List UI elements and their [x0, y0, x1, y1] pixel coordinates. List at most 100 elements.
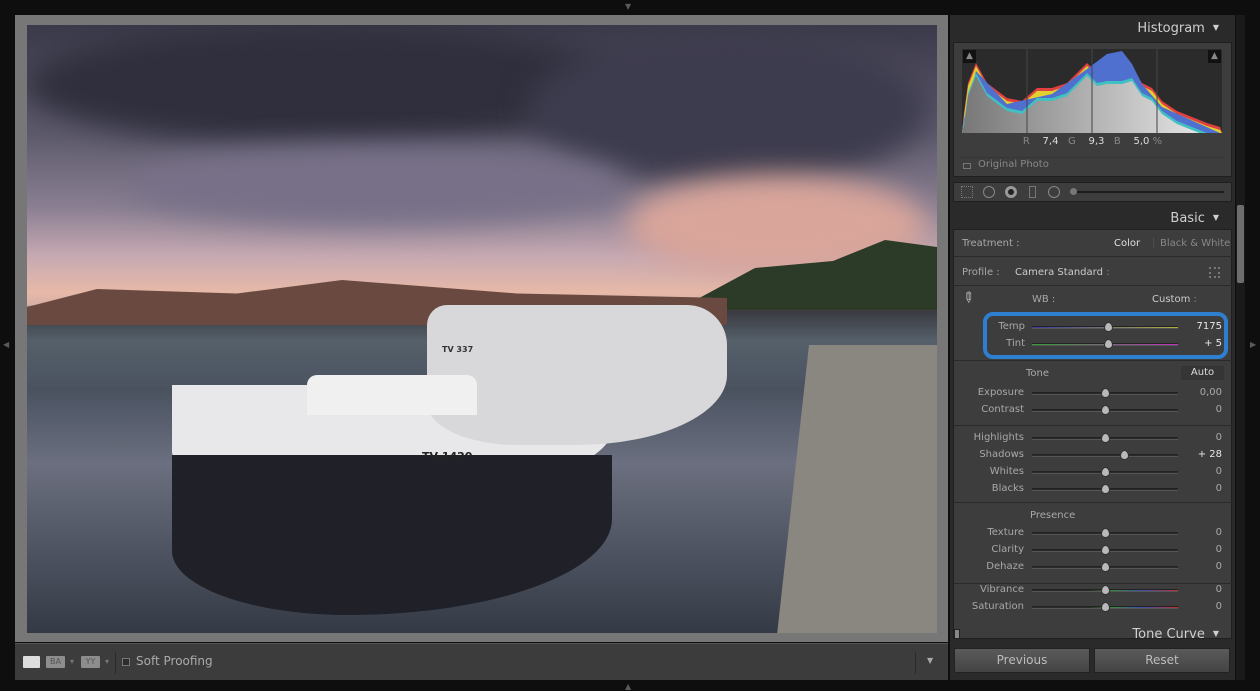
left-panel-toggle-icon[interactable]: ◀: [3, 340, 9, 349]
tone-label: Tone: [1026, 368, 1050, 379]
wb-eyedropper-icon[interactable]: ✎: [958, 288, 978, 308]
crop-grid-icon[interactable]: [961, 186, 973, 198]
blacks-slider[interactable]: [1032, 484, 1178, 494]
vibrance-slider-thumb[interactable]: [1101, 585, 1110, 595]
saturation-value[interactable]: 0: [1172, 601, 1222, 612]
profile-dropdown[interactable]: Camera Standard :: [1015, 267, 1109, 278]
yy-compare-icon[interactable]: YY: [81, 656, 100, 668]
contrast-slider-thumb[interactable]: [1101, 405, 1110, 415]
shadows-slider-thumb[interactable]: [1119, 450, 1129, 460]
treatment-label: Treatment :: [962, 238, 1020, 249]
scrollbar-thumb[interactable]: [1237, 205, 1244, 283]
spot-removal-icon[interactable]: [983, 186, 995, 198]
panel-scrollbar[interactable]: [1236, 15, 1245, 680]
highlights-value[interactable]: 0: [1172, 432, 1222, 443]
profile-browser-icon[interactable]: [1209, 267, 1220, 278]
vibrance-label: Vibrance: [980, 584, 1024, 595]
highlights-slider-thumb[interactable]: [1101, 433, 1110, 443]
blacks-slider-thumb[interactable]: [1101, 484, 1110, 494]
b-label: B: [1113, 136, 1121, 147]
clarity-slider[interactable]: [1032, 545, 1178, 555]
dehaze-slider-thumb[interactable]: [1101, 562, 1110, 572]
tint-value[interactable]: + 5: [1172, 338, 1222, 349]
bottom-panel-toggle-icon[interactable]: ▲: [625, 682, 631, 691]
divider: [954, 425, 1233, 426]
saturation-slider[interactable]: [1032, 602, 1178, 612]
original-photo-label[interactable]: Original Photo: [978, 159, 1049, 170]
photo[interactable]: TV 1420 TV 337: [27, 25, 937, 633]
wb-dropdown[interactable]: Custom :: [1152, 294, 1197, 305]
exposure-slider[interactable]: [1032, 388, 1178, 398]
tone-curve-header[interactable]: Tone Curve ▼: [1132, 627, 1219, 642]
treatment-bw-option[interactable]: Black & White: [1160, 238, 1230, 249]
histogram-title: Histogram: [1137, 21, 1205, 36]
previous-button[interactable]: Previous: [954, 648, 1090, 673]
blacks-value[interactable]: 0: [1172, 483, 1222, 494]
boat2-registration: TV 337: [442, 345, 474, 354]
bottom-toolbar: BA ▾ YY ▾ Soft Proofing ▼: [15, 643, 948, 680]
loupe-view-icon[interactable]: [23, 656, 40, 668]
wb-value: Custom: [1152, 294, 1191, 305]
temp-slider[interactable]: [1032, 322, 1178, 332]
saturation-slider-thumb[interactable]: [1101, 602, 1110, 612]
clarity-slider-thumb[interactable]: [1101, 545, 1110, 555]
presence-label: Presence: [1030, 510, 1076, 521]
tone-curve-switch[interactable]: [954, 629, 960, 639]
divider: [954, 360, 1233, 361]
basic-header[interactable]: Basic ▼: [1170, 211, 1219, 226]
histogram-chart[interactable]: [962, 49, 1222, 133]
histogram-header[interactable]: Histogram ▼: [1137, 21, 1219, 36]
contrast-value[interactable]: 0: [1172, 404, 1222, 415]
shadow-clipping-icon[interactable]: ▲: [963, 50, 976, 63]
shadows-slider[interactable]: [1032, 450, 1178, 460]
collapse-icon[interactable]: ▼: [1213, 23, 1219, 32]
clarity-value[interactable]: 0: [1172, 544, 1222, 555]
brush-size-slider[interactable]: [1070, 188, 1224, 195]
top-panel-toggle-icon[interactable]: ▼: [625, 2, 631, 11]
temp-slider-thumb[interactable]: [1103, 322, 1113, 332]
texture-slider[interactable]: [1032, 528, 1178, 538]
dehaze-label: Dehaze: [986, 561, 1024, 572]
tint-slider-thumb[interactable]: [1103, 339, 1113, 349]
texture-slider-thumb[interactable]: [1101, 528, 1110, 538]
right-panel-toggle-icon[interactable]: ▶: [1250, 340, 1256, 349]
whites-value[interactable]: 0: [1172, 466, 1222, 477]
exposure-value[interactable]: 0,00: [1172, 387, 1222, 398]
whites-slider-thumb[interactable]: [1101, 467, 1110, 477]
vibrance-value[interactable]: 0: [1172, 584, 1222, 595]
dehaze-value[interactable]: 0: [1172, 561, 1222, 572]
red-eye-icon[interactable]: [1005, 186, 1017, 198]
histogram-panel: ▲ ▲ R 7,4 G 9,3 B 5,0 % Original Photo: [953, 42, 1232, 177]
dehaze-slider[interactable]: [1032, 562, 1178, 572]
exposure-slider-thumb[interactable]: [1101, 388, 1110, 398]
saturation-label: Saturation: [971, 601, 1024, 612]
collapse-icon[interactable]: ▼: [1213, 629, 1219, 638]
soft-proofing-label[interactable]: Soft Proofing: [136, 654, 213, 668]
highlights-slider[interactable]: [1032, 433, 1178, 443]
wb-label: WB :: [1032, 294, 1056, 305]
contrast-label: Contrast: [981, 404, 1024, 415]
auto-button[interactable]: Auto: [1181, 366, 1224, 380]
contrast-slider[interactable]: [1032, 405, 1178, 415]
graduated-filter-icon[interactable]: [1029, 186, 1036, 198]
before-after-icon[interactable]: BA: [46, 656, 65, 668]
toolbar-menu-icon[interactable]: ▼: [927, 656, 933, 665]
tint-slider[interactable]: [1032, 339, 1178, 349]
collapse-icon[interactable]: ▼: [1213, 213, 1219, 222]
highlight-clipping-icon[interactable]: ▲: [1208, 50, 1221, 63]
shadows-value[interactable]: + 28: [1172, 449, 1222, 460]
tool-strip: [953, 182, 1232, 202]
temp-value[interactable]: 7175: [1172, 321, 1222, 332]
treatment-color-option[interactable]: Color: [1114, 238, 1140, 249]
whites-slider[interactable]: [1032, 467, 1178, 477]
texture-label: Texture: [987, 527, 1024, 538]
original-photo-checkbox[interactable]: [963, 163, 971, 169]
yy-dropdown-icon[interactable]: ▾: [105, 657, 109, 666]
texture-value[interactable]: 0: [1172, 527, 1222, 538]
g-value: 9,3: [1088, 136, 1105, 147]
radial-filter-icon[interactable]: [1048, 186, 1060, 198]
reset-button[interactable]: Reset: [1094, 648, 1230, 673]
soft-proofing-checkbox[interactable]: [122, 658, 130, 666]
vibrance-slider[interactable]: [1032, 585, 1178, 595]
before-after-dropdown-icon[interactable]: ▾: [70, 657, 74, 666]
